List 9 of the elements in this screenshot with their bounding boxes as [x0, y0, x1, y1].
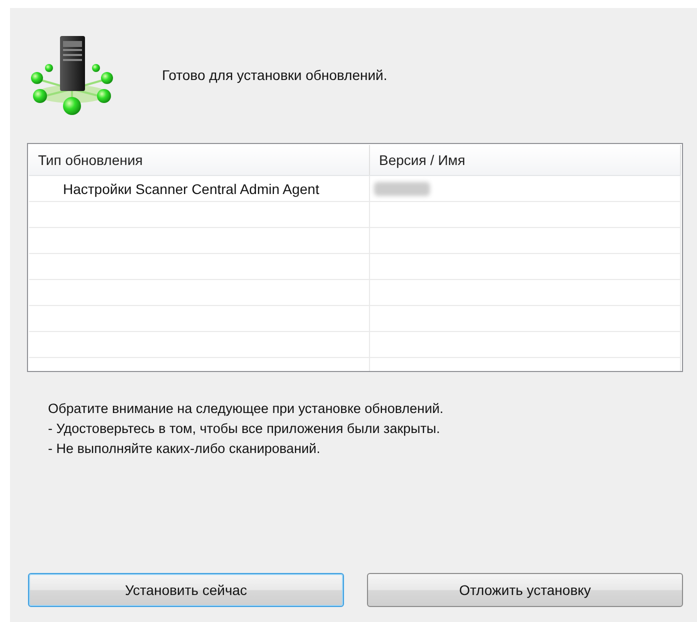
- note-text: - Не выполняйте каких-либо сканирований.: [48, 441, 322, 457]
- column-header[interactable]: Версия / Имя: [370, 145, 681, 175]
- note-text: - Удостоверьтесь в том, чтобы все приложения были закрыты.: [48, 421, 441, 437]
- table-cell: Настройки Scanner Central Admin Agent: [29, 176, 370, 201]
- status-message: Готово для установки обновлений.: [162, 67, 388, 83]
- note-text: Обратите внимание на следующее при установке обновлений.: [48, 401, 444, 417]
- action-button[interactable]: Установить сейчас: [28, 573, 344, 607]
- action-button[interactable]: Отложить установку: [367, 573, 683, 607]
- column-header[interactable]: Тип обновления: [29, 145, 370, 175]
